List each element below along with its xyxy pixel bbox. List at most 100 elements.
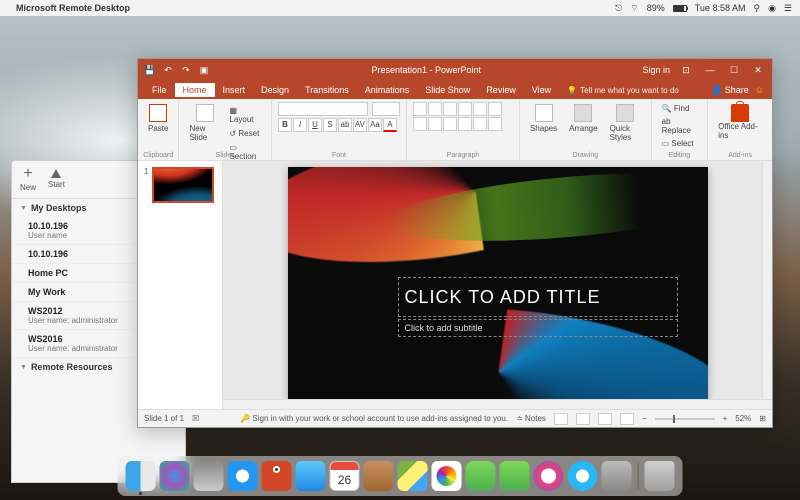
find-button[interactable]: 🔍 Find xyxy=(658,102,702,115)
quick-styles-button[interactable]: Quick Styles xyxy=(606,102,645,144)
dock-maps-icon[interactable] xyxy=(398,461,428,491)
font-size-input[interactable] xyxy=(372,102,400,116)
align-left-button[interactable] xyxy=(413,117,427,131)
char-spacing-button[interactable]: AV xyxy=(353,118,367,132)
dock-safari-icon[interactable] xyxy=(228,461,258,491)
zoom-in-button[interactable]: + xyxy=(723,414,728,423)
redo-icon[interactable]: ↷ xyxy=(180,64,192,76)
shadow-button[interactable]: ab xyxy=(338,118,352,132)
fit-to-window-button[interactable]: ⊞ xyxy=(759,414,766,423)
save-icon[interactable]: 💾 xyxy=(144,64,156,76)
decrease-indent-button[interactable] xyxy=(443,102,457,116)
feedback-icon[interactable]: ☺ xyxy=(755,85,764,95)
close-button[interactable]: ✕ xyxy=(750,65,766,76)
columns-button[interactable] xyxy=(473,117,487,131)
title-placeholder[interactable]: CLICK TO ADD TITLE xyxy=(398,277,678,317)
dock-mail-icon[interactable] xyxy=(296,461,326,491)
menubar-clock[interactable]: Tue 8:58 AM xyxy=(695,3,746,13)
vertical-scrollbar[interactable] xyxy=(762,161,772,399)
italic-button[interactable]: I xyxy=(293,118,307,132)
signin-link[interactable]: Sign in xyxy=(642,65,670,75)
minimize-button[interactable]: — xyxy=(702,65,718,75)
rd-start-button[interactable]: Start xyxy=(48,167,65,192)
strikethrough-button[interactable]: S xyxy=(323,118,337,132)
bullets-button[interactable] xyxy=(413,102,427,116)
dock-contacts-icon[interactable] xyxy=(364,461,394,491)
undo-icon[interactable]: ↶ xyxy=(162,64,174,76)
rd-new-button[interactable]: +New xyxy=(20,167,36,192)
arrange-button[interactable]: Arrange xyxy=(565,102,601,135)
tab-design[interactable]: Design xyxy=(253,83,297,97)
notification-center-icon[interactable]: ☰ xyxy=(784,3,792,14)
change-case-button[interactable]: Aa xyxy=(368,118,382,132)
zoom-slider[interactable] xyxy=(655,418,715,420)
slide-counter[interactable]: Slide 1 of 1 xyxy=(144,414,184,423)
bold-button[interactable]: B xyxy=(278,118,292,132)
layout-button[interactable]: ▦ Layout xyxy=(225,104,265,126)
replace-button[interactable]: ab Replace xyxy=(658,115,702,137)
zoom-level[interactable]: 52% xyxy=(735,414,751,423)
shapes-button[interactable]: Shapes xyxy=(526,102,561,135)
signin-message[interactable]: 🔑 Sign in with your work or school accou… xyxy=(240,414,508,423)
slide-canvas[interactable]: CLICK TO ADD TITLE Click to add subtitle xyxy=(288,167,708,403)
airplay-icon[interactable]: ⎋ xyxy=(615,3,622,14)
sorter-view-button[interactable] xyxy=(576,413,590,425)
text-direction-button[interactable] xyxy=(488,102,502,116)
ribbon-options-icon[interactable]: ⊡ xyxy=(678,65,694,76)
office-addins-button[interactable]: Office Add-ins xyxy=(714,102,766,142)
reset-button[interactable]: ↺ Reset xyxy=(225,127,265,140)
dock-preferences-icon[interactable] xyxy=(602,461,632,491)
smartart-button[interactable] xyxy=(488,117,502,131)
dock-facetime-icon[interactable] xyxy=(500,461,530,491)
spellcheck-icon[interactable]: ☒ xyxy=(192,414,199,423)
tab-home[interactable]: Home xyxy=(175,83,215,97)
paste-button[interactable]: Paste xyxy=(144,102,172,135)
align-center-button[interactable] xyxy=(428,117,442,131)
reading-view-button[interactable] xyxy=(598,413,612,425)
font-name-input[interactable] xyxy=(278,102,368,116)
normal-view-button[interactable] xyxy=(554,413,568,425)
increase-indent-button[interactable] xyxy=(458,102,472,116)
justify-button[interactable] xyxy=(458,117,472,131)
dock-calendar-icon[interactable]: 26 xyxy=(330,461,360,491)
share-button[interactable]: 👤 Share xyxy=(711,85,749,96)
tab-slideshow[interactable]: Slide Show xyxy=(417,83,478,97)
battery-icon[interactable] xyxy=(673,5,687,12)
dock-finder-icon[interactable] xyxy=(126,461,156,491)
maximize-button[interactable]: ☐ xyxy=(726,65,742,76)
slideshow-view-button[interactable] xyxy=(620,413,634,425)
subtitle-placeholder[interactable]: Click to add subtitle xyxy=(398,319,678,337)
dock-appstore-icon[interactable] xyxy=(568,461,598,491)
battery-percent: 89% xyxy=(647,3,665,13)
tab-review[interactable]: Review xyxy=(478,83,524,97)
zoom-out-button[interactable]: − xyxy=(642,414,647,423)
tab-animations[interactable]: Animations xyxy=(357,83,418,97)
dock-trash-icon[interactable] xyxy=(645,461,675,491)
tab-insert[interactable]: Insert xyxy=(215,83,254,97)
tab-file[interactable]: File xyxy=(144,83,175,97)
tab-view[interactable]: View xyxy=(524,83,559,97)
tab-transitions[interactable]: Transitions xyxy=(297,83,357,97)
wifi-icon[interactable]: ⌔ xyxy=(630,3,638,14)
font-color-button[interactable]: A xyxy=(383,118,397,132)
notes-button[interactable]: ≐ Notes xyxy=(516,414,546,423)
line-spacing-button[interactable] xyxy=(473,102,487,116)
underline-button[interactable]: U xyxy=(308,118,322,132)
select-button[interactable]: ▭ Select xyxy=(658,137,702,150)
menubar-app-name[interactable]: Microsoft Remote Desktop xyxy=(16,3,130,13)
new-slide-button[interactable]: New Slide xyxy=(185,102,225,144)
numbering-button[interactable] xyxy=(428,102,442,116)
align-right-button[interactable] xyxy=(443,117,457,131)
horizontal-scrollbar[interactable] xyxy=(223,399,772,409)
dock-messages-icon[interactable] xyxy=(466,461,496,491)
dock-siri-icon[interactable] xyxy=(160,461,190,491)
start-slideshow-icon[interactable]: ▣ xyxy=(198,64,210,76)
slide-thumbnail[interactable] xyxy=(152,167,214,203)
dock-photos-icon[interactable] xyxy=(432,461,462,491)
spotlight-icon[interactable]: ⚲ xyxy=(753,3,760,14)
dock-remote-desktop-icon[interactable] xyxy=(262,461,292,491)
tell-me-search[interactable]: 💡 Tell me what you want to do xyxy=(567,86,679,95)
dock-itunes-icon[interactable] xyxy=(534,461,564,491)
siri-icon[interactable]: ◉ xyxy=(768,3,776,14)
dock-launchpad-icon[interactable] xyxy=(194,461,224,491)
